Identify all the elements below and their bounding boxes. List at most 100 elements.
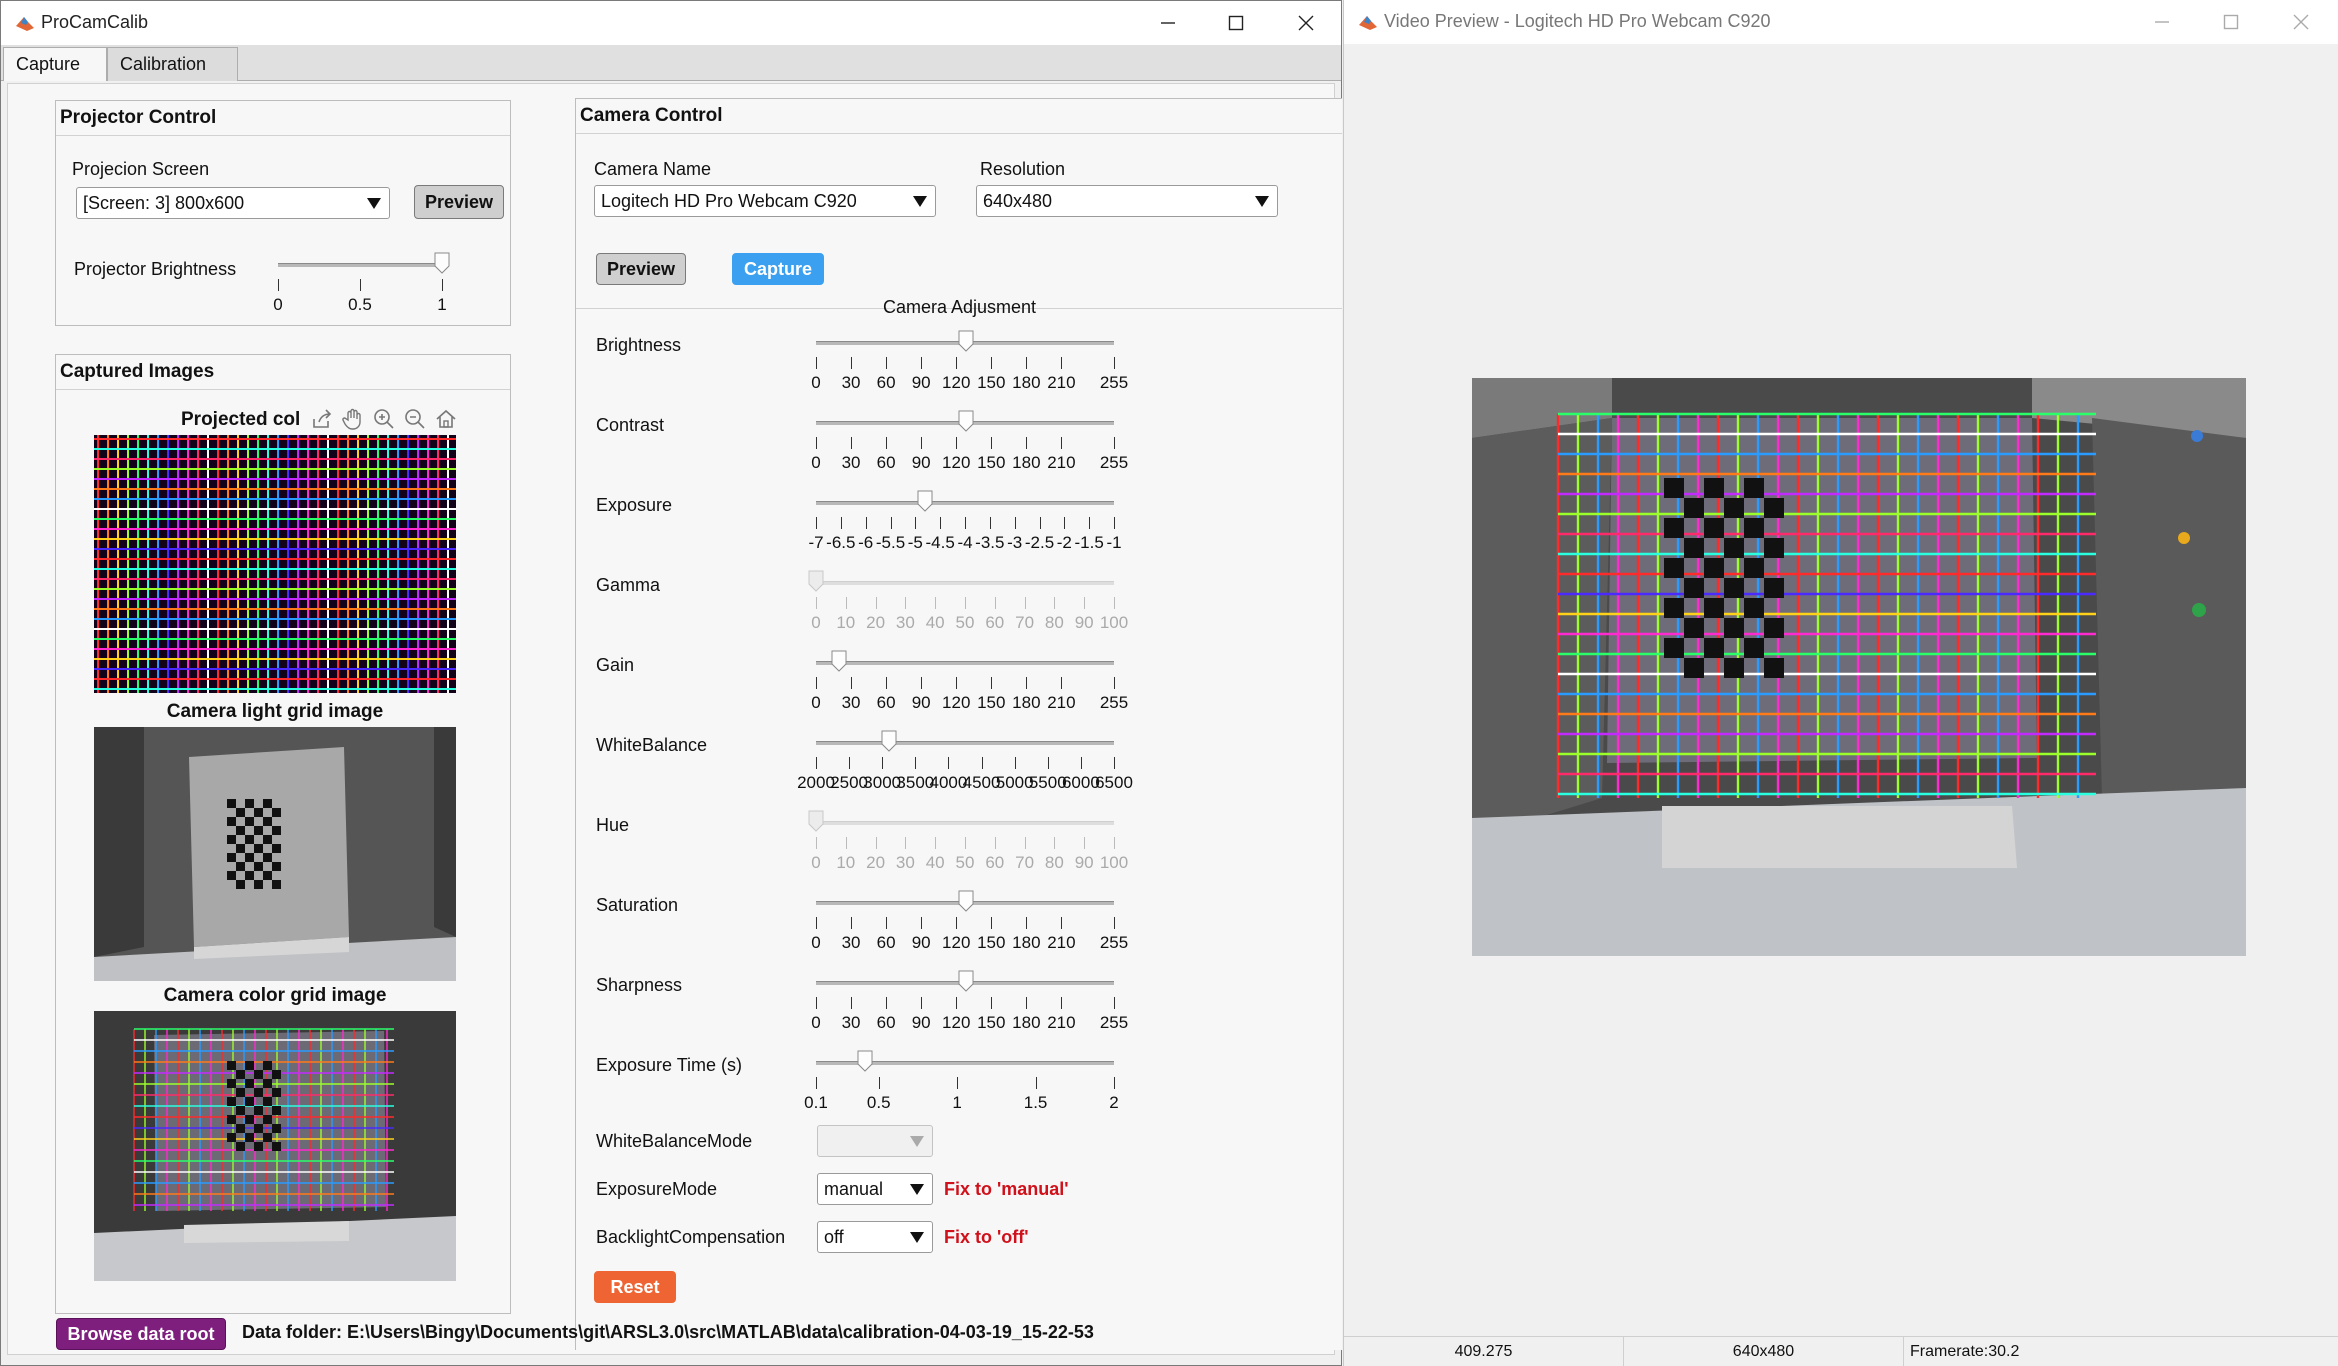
camera-name-dropdown[interactable]: Logitech HD Pro Webcam C920	[594, 185, 936, 217]
slider-label: Sharpness	[596, 975, 683, 995]
slider-track	[816, 741, 1114, 745]
slider-thumb[interactable]	[958, 970, 974, 992]
minimize-button[interactable]	[1133, 1, 1203, 45]
reset-button[interactable]: Reset	[594, 1271, 676, 1303]
slider-tick	[1061, 997, 1063, 1009]
brightness-slider[interactable]: 0 30 60 90 120 150 180 210 255	[811, 329, 1128, 392]
slider-tick-label: 150	[977, 933, 1006, 952]
saturation-slider[interactable]: 0 30 60 90 120 150 180 210 255	[811, 889, 1128, 952]
home-icon[interactable]	[434, 407, 458, 431]
close-button[interactable]	[1271, 1, 1341, 45]
camera-color-grid-caption: Camera color grid image	[163, 985, 387, 1006]
exposure-time-s-slider[interactable]: 0.1 0.5 1 1.5 2	[804, 1049, 1119, 1112]
camera-preview-button[interactable]: Preview	[596, 253, 686, 285]
slider-tick	[956, 437, 958, 449]
pan-hand-icon[interactable]	[341, 407, 365, 431]
slider-thumb[interactable]	[831, 650, 847, 672]
slider-tick-label: 30	[841, 373, 861, 392]
slider-tick	[965, 517, 966, 529]
slider-thumb[interactable]	[881, 730, 897, 752]
slider-thumb[interactable]	[958, 410, 974, 432]
slider-tick-label: -4	[957, 533, 973, 552]
contrast-slider[interactable]: 0 30 60 90 120 150 180 210 255	[811, 409, 1128, 472]
close-button[interactable]	[2266, 0, 2336, 44]
slider-tick-label: 30	[895, 613, 915, 632]
slider-thumb[interactable]	[808, 810, 824, 832]
live-video-preview	[1472, 378, 2246, 956]
slider-tick-label: 10	[836, 613, 856, 632]
tab-capture[interactable]: Capture	[3, 47, 107, 81]
slider-thumb[interactable]	[958, 890, 974, 912]
slider-thumb[interactable]	[808, 570, 824, 592]
slider-tick	[1047, 757, 1049, 769]
slider-tick-label: 10	[836, 853, 856, 872]
slider-thumb[interactable]	[958, 330, 974, 352]
slider-tick	[1114, 1077, 1115, 1089]
divider	[56, 135, 510, 136]
slider-tick-label: 120	[942, 693, 971, 712]
slider-thumb[interactable]	[857, 1050, 873, 1072]
exposure-mode-dropdown[interactable]: manual	[817, 1173, 933, 1205]
maximize-icon	[1228, 15, 1244, 31]
slider-tick-label: 180	[1012, 1013, 1041, 1032]
slider-tick	[875, 837, 877, 849]
slider-tick	[1054, 597, 1056, 609]
minimize-button[interactable]	[2127, 0, 2197, 44]
title-bar[interactable]: Video Preview - Logitech HD Pro Webcam C…	[1344, 0, 2338, 44]
slider-tick	[1014, 517, 1016, 529]
hue-slider[interactable]: 0 10 20 30 40 50 60 70 80 90 100	[808, 809, 1128, 872]
slider-tick	[886, 357, 888, 369]
gamma-slider[interactable]: 0 10 20 30 40 50 60 70 80 90 100	[808, 569, 1128, 632]
gain-slider[interactable]: 0 30 60 90 120 150 180 210 255	[811, 649, 1128, 712]
slider-tick	[994, 597, 996, 609]
slider-tick	[890, 517, 892, 529]
projected-image-caption: Projected col	[181, 409, 301, 430]
slider-tick	[915, 517, 917, 529]
projector-preview-button[interactable]: Preview	[414, 185, 504, 219]
projector-brightness-slider[interactable]: 0 0.5 1	[273, 251, 450, 314]
resolution-dropdown[interactable]: 640x480	[976, 185, 1278, 217]
panel-title: Captured Images	[60, 361, 215, 382]
maximize-button[interactable]	[2196, 0, 2266, 44]
dropdown-value: [Screen: 3] 800x600	[83, 193, 245, 213]
maximize-button[interactable]	[1201, 1, 1271, 45]
dropdown-value: 640x480	[983, 191, 1053, 211]
slider-tick	[1061, 357, 1063, 369]
slider-tick-label: 255	[1099, 693, 1129, 712]
whitebalance-slider[interactable]: 2000 2500 3000 3500 4000 4500 5000 5500 6000 6500	[797, 729, 1133, 792]
slider-thumb[interactable]	[434, 252, 450, 274]
projection-screen-dropdown[interactable]: [Screen: 3] 800x600	[76, 187, 390, 219]
slider-tick-label: 30	[841, 1013, 861, 1032]
slider-tick	[1035, 1077, 1037, 1089]
slider-tick-label: 0	[811, 613, 821, 632]
slider-tick	[442, 279, 443, 291]
slider-tick-label: 80	[1044, 853, 1064, 872]
slider-tick	[956, 677, 958, 689]
slider-tick-label: 40	[925, 853, 945, 872]
slider-tick-label: 90	[911, 373, 931, 392]
zoom-in-icon[interactable]	[372, 407, 396, 431]
zoom-out-icon[interactable]	[403, 407, 427, 431]
slider-tick-label: 0	[811, 1013, 821, 1032]
slider-tick-label: 60	[985, 853, 1005, 872]
white-balance-mode-dropdown[interactable]	[817, 1125, 933, 1157]
tab-calibration[interactable]: Calibration	[107, 47, 238, 81]
slider-tick	[1089, 517, 1091, 529]
sharpness-slider[interactable]: 0 30 60 90 120 150 180 210 255	[811, 969, 1128, 1032]
slider-tick-label: 0	[811, 453, 821, 472]
capture-button[interactable]: Capture	[732, 253, 824, 285]
video-preview-window: Video Preview - Logitech HD Pro Webcam C…	[1343, 0, 2338, 1366]
browse-data-root-button[interactable]: Browse data root	[56, 1318, 226, 1350]
slider-thumb[interactable]	[917, 490, 933, 512]
slider-tick-label: 210	[1047, 693, 1076, 712]
slider-tick	[956, 997, 958, 1009]
export-icon[interactable]	[310, 407, 334, 431]
title-bar[interactable]: ProCamCalib	[1, 1, 1341, 45]
backlight-compensation-dropdown[interactable]: off	[817, 1221, 933, 1253]
resolution-label: Resolution	[980, 159, 1066, 179]
matlab-icon	[1359, 16, 1377, 30]
slider-tick	[1061, 437, 1063, 449]
exposure-mode-note: Fix to 'manual'	[944, 1179, 1069, 1199]
exposure-slider[interactable]: -7 -6.5 -6 -5.5 -5 -4.5 -4 -3.5 -3 -2.5 -2 -1.5 -1	[808, 489, 1122, 552]
slider-tick	[905, 837, 907, 849]
